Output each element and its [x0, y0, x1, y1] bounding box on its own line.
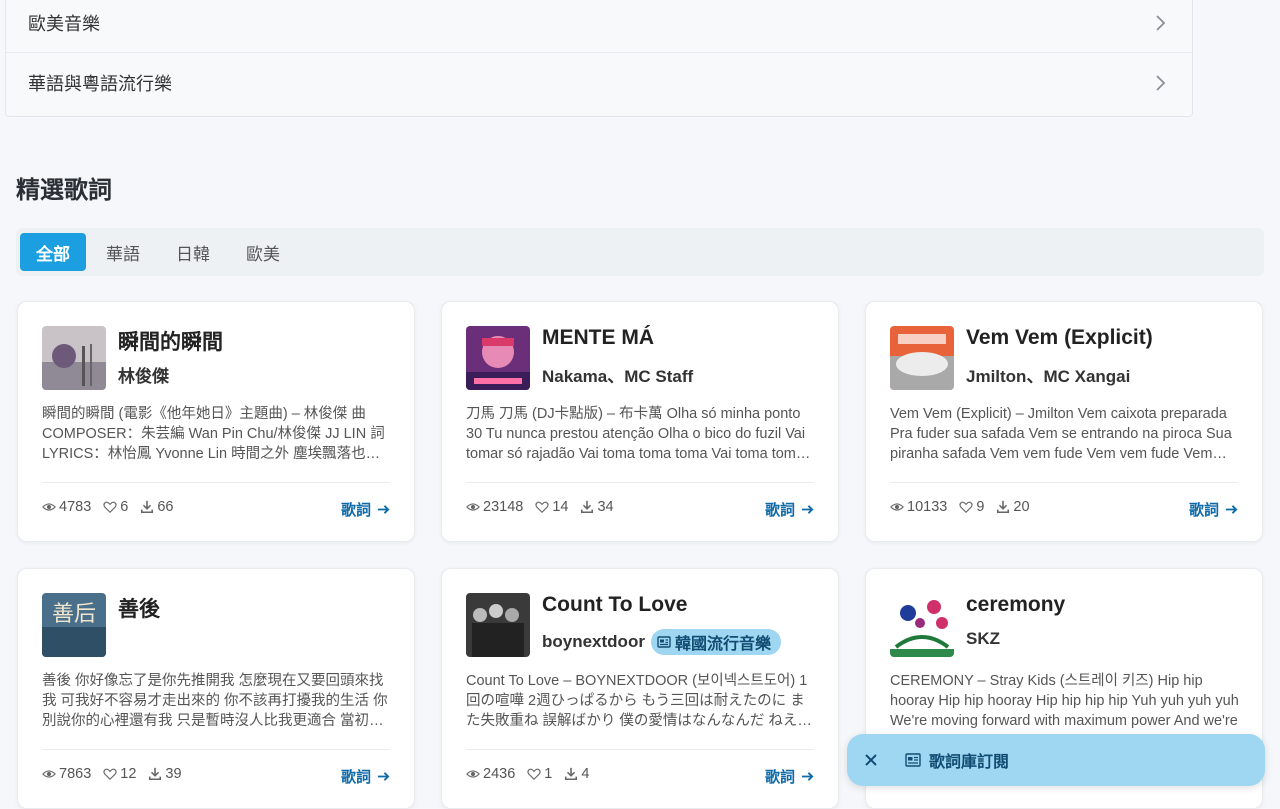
genre-badge[interactable]: 韓國流行音樂	[650, 629, 781, 655]
download-count: 20	[996, 499, 1030, 515]
divider	[42, 482, 390, 483]
divider	[890, 482, 1238, 483]
album-cover	[466, 326, 530, 390]
subscribe-toast[interactable]: 歌詞庫訂閱	[847, 734, 1265, 786]
category-label: 歐美音樂	[28, 13, 100, 34]
album-cover	[42, 326, 106, 390]
category-item-mandopop[interactable]: 華語與粵語流行樂	[6, 53, 1192, 113]
heart-icon	[527, 768, 541, 781]
newspaper-icon	[657, 636, 671, 648]
arrow-right-icon	[801, 505, 814, 514]
download-icon	[141, 500, 154, 514]
song-title[interactable]: Vem Vem (Explicit)	[966, 326, 1153, 350]
lyrics-link[interactable]: 歌詞	[341, 766, 390, 787]
download-icon	[565, 767, 578, 781]
lyric-card[interactable]: 瞬間的瞬間 林俊傑 瞬間的瞬間 (電影《他年她日》主題曲) – 林俊傑 曲 CO…	[17, 301, 415, 542]
tab-jpkr[interactable]: 日韓	[160, 233, 226, 271]
eye-icon	[466, 503, 480, 511]
download-icon	[581, 500, 594, 514]
lyrics-snippet: 善後 你好像忘了是你先推開我 怎麼現在又要回頭來找我 可我好不容易才走出來的 你…	[42, 673, 388, 729]
arrow-right-icon	[377, 772, 390, 781]
divider	[466, 749, 814, 750]
card-stats: 23148 14 34	[466, 499, 614, 515]
song-title[interactable]: ceremony	[966, 593, 1065, 617]
view-count: 4783	[42, 499, 91, 515]
arrow-right-icon	[801, 772, 814, 781]
song-title[interactable]: 瞬間的瞬間	[118, 326, 223, 356]
card-stats: 7863 12 39	[42, 766, 182, 782]
tab-chinese[interactable]: 華語	[90, 233, 156, 271]
card-stats: 10133 9 20	[890, 499, 1030, 515]
like-count: 9	[959, 499, 984, 515]
artist-name: 林俊傑	[118, 367, 169, 386]
lyrics-link[interactable]: 歌詞	[765, 766, 814, 787]
view-count: 7863	[42, 766, 91, 782]
divider	[42, 749, 390, 750]
category-label: 華語與粵語流行樂	[28, 74, 172, 94]
view-count: 2436	[466, 766, 515, 782]
divider	[466, 482, 814, 483]
tab-bar: 全部 華語 日韓 歐美	[16, 228, 1264, 276]
song-title[interactable]: 善後	[118, 593, 160, 623]
lyric-card[interactable]: MENTE MÁ Nakama、MC Staff 刀馬 刀馬 (DJ卡點版) –…	[441, 301, 839, 542]
album-cover	[890, 593, 954, 657]
chevron-right-icon	[1156, 14, 1166, 31]
category-item-western[interactable]: 歐美音樂	[6, 0, 1192, 53]
lyrics-snippet: Count To Love – BOYNEXTDOOR (보이넥스트도어) 1回…	[466, 673, 812, 729]
chevron-right-icon	[1156, 75, 1166, 91]
like-count: 12	[103, 766, 136, 782]
lyrics-snippet: 刀馬 刀馬 (DJ卡點版) – 布卡萬 Olha só minha ponto …	[466, 406, 806, 462]
lyric-card[interactable]: Count To Love boynextdoor 韓國流行音樂 Count T…	[441, 568, 839, 809]
like-count: 1	[527, 766, 552, 782]
song-title[interactable]: Count To Love	[542, 593, 687, 617]
lyrics-link[interactable]: 歌詞	[341, 499, 390, 520]
artist-name: Jmilton、MC Xangai	[966, 367, 1131, 386]
album-cover	[890, 326, 954, 390]
subscribe-label: 歌詞庫訂閱	[929, 754, 1010, 771]
heart-icon	[103, 768, 117, 781]
artist-name: boynextdoor 韓國流行音樂	[542, 629, 781, 655]
tab-western[interactable]: 歐美	[230, 233, 296, 271]
download-icon	[997, 500, 1010, 514]
download-count: 66	[140, 499, 173, 515]
artist-name: Nakama、MC Staff	[542, 367, 694, 386]
lyrics-snippet: 瞬間的瞬間 (電影《他年她日》主題曲) – 林俊傑 曲 COMPOSER：朱芸編…	[42, 406, 385, 462]
artist-name: SKZ	[966, 629, 1000, 648]
svg-text:善后: 善后	[52, 602, 96, 627]
download-count: 39	[148, 766, 182, 782]
arrow-right-icon	[377, 505, 390, 514]
lyric-card[interactable]: 善后 善後 善後 你好像忘了是你先推開我 怎麼現在又要回頭來找我 可我好不容易才…	[17, 568, 415, 809]
tab-all[interactable]: 全部	[20, 233, 86, 271]
card-stats: 4783 6 66	[42, 499, 173, 515]
like-count: 14	[535, 499, 568, 515]
eye-icon	[466, 770, 480, 778]
card-stats: 2436 1 4	[466, 766, 589, 782]
heart-icon	[959, 501, 973, 514]
song-title[interactable]: MENTE MÁ	[542, 326, 654, 350]
eye-icon	[890, 503, 904, 511]
album-cover	[466, 593, 530, 657]
close-icon[interactable]	[863, 752, 879, 768]
download-count: 4	[564, 766, 589, 782]
category-list: 歐美音樂 華語與粵語流行樂	[5, 0, 1193, 117]
lyrics-link[interactable]: 歌詞	[765, 499, 814, 520]
like-count: 6	[103, 499, 128, 515]
lyrics-snippet: Vem Vem (Explicit) – Jmilton Vem caixota…	[890, 406, 1232, 462]
view-count: 23148	[466, 499, 523, 515]
heart-icon	[103, 501, 117, 514]
eye-icon	[42, 503, 56, 511]
lyrics-link[interactable]: 歌詞	[1189, 499, 1238, 520]
arrow-right-icon	[1225, 505, 1238, 514]
download-count: 34	[580, 499, 614, 515]
lyric-card[interactable]: Vem Vem (Explicit) Jmilton、MC Xangai Vem…	[865, 301, 1263, 542]
heart-icon	[535, 501, 549, 514]
download-icon	[149, 767, 162, 781]
eye-icon	[42, 770, 56, 778]
section-title: 精選歌詞	[16, 177, 112, 204]
album-cover: 善后	[42, 593, 106, 657]
newspaper-icon	[905, 753, 921, 767]
lyrics-snippet: CEREMONY – Stray Kids (스트레이 키즈) Hip hip …	[890, 673, 1239, 729]
view-count: 10133	[890, 499, 947, 515]
